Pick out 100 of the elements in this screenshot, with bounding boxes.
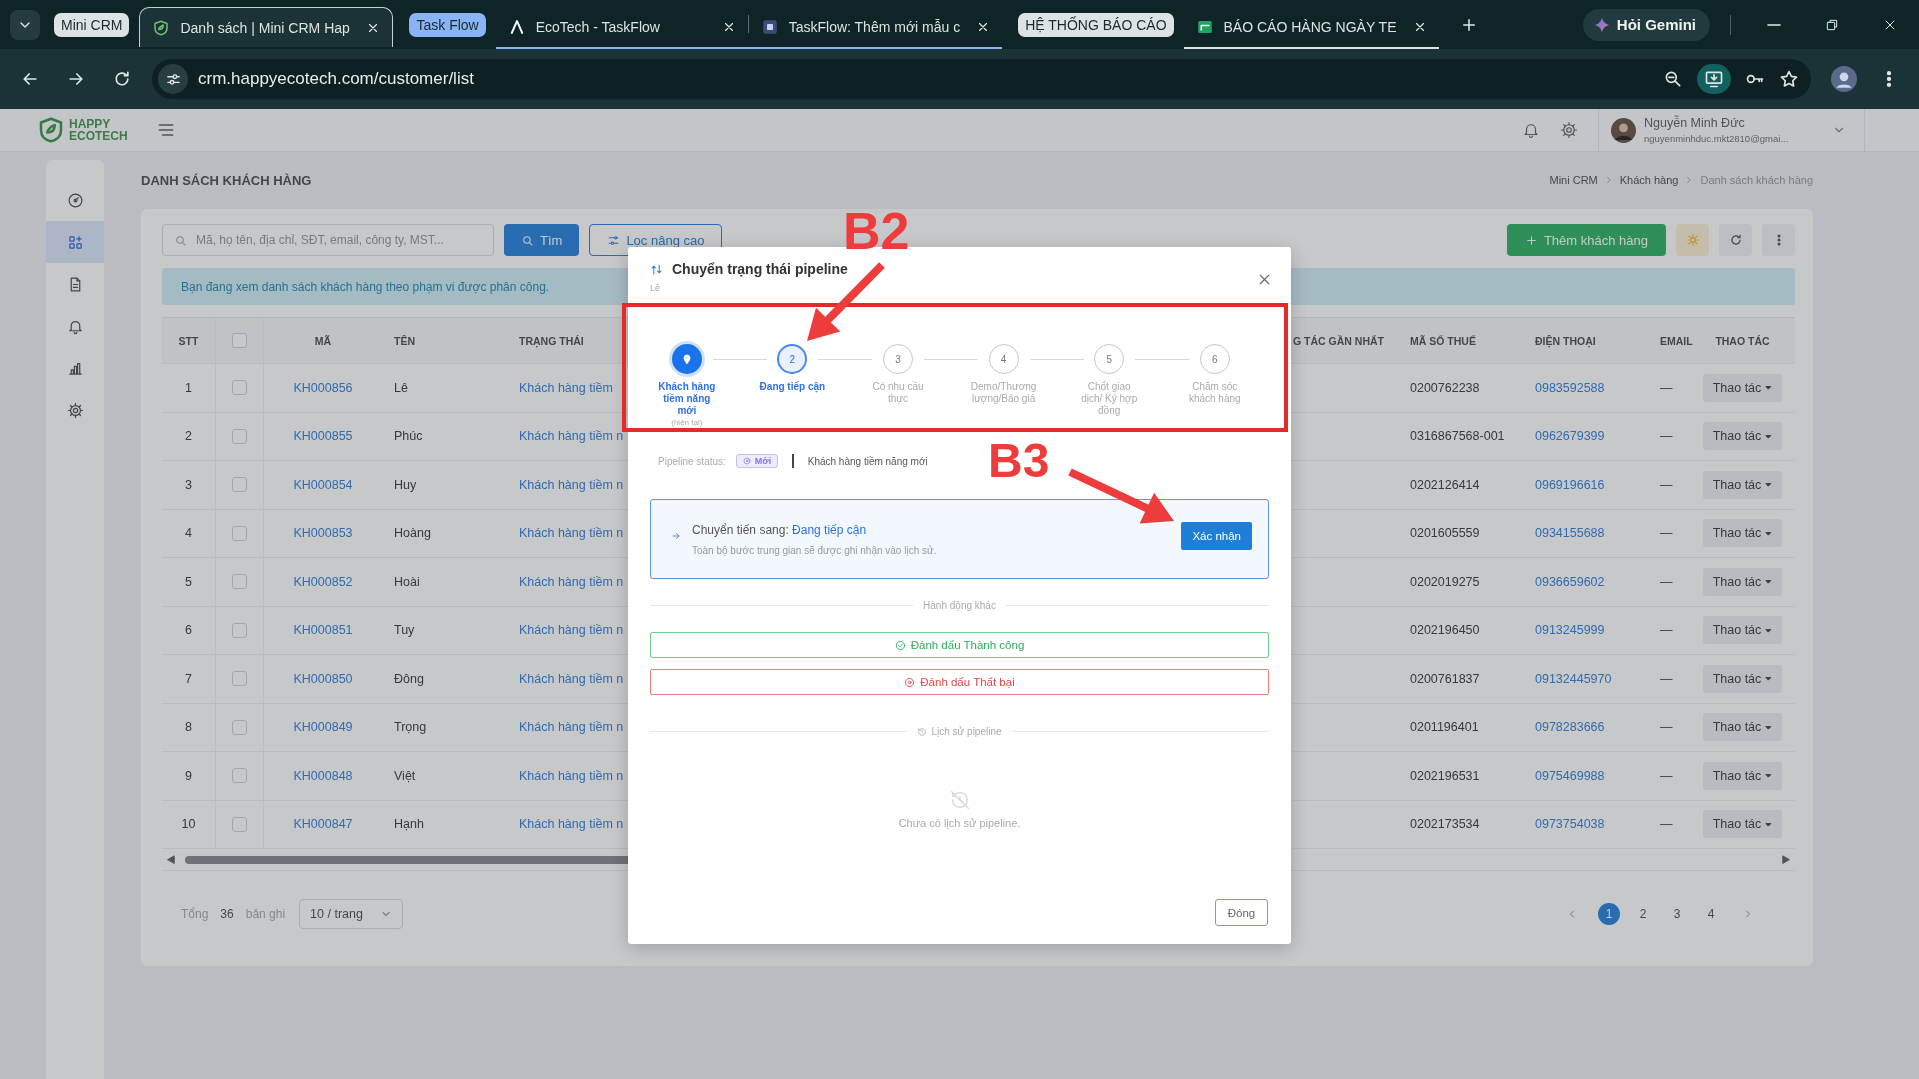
status-text: Khách hàng tiềm n — [519, 526, 624, 541]
browser-tab[interactable]: EcoTech - TaskFlow — [495, 7, 748, 47]
step-circle[interactable]: 6 — [1199, 344, 1230, 374]
mark-success-button[interactable]: Đánh dấu Thành công — [650, 632, 1269, 658]
column-header: MÃ SỐ THUẾ — [1410, 334, 1476, 347]
actions-dropdown-button[interactable]: Thao tác — [1702, 519, 1783, 548]
checkbox[interactable] — [232, 380, 247, 396]
phone-link[interactable]: 0975469988 — [1535, 768, 1605, 783]
actions-dropdown-button[interactable]: Thao tác — [1702, 616, 1783, 645]
actions-dropdown-button[interactable]: Thao tác — [1702, 810, 1783, 839]
customer-code-link[interactable]: KH000854 — [293, 477, 353, 492]
phone-link[interactable]: 0934155688 — [1535, 526, 1605, 541]
checkbox[interactable] — [232, 622, 247, 638]
bookmark-star-icon[interactable] — [1779, 69, 1799, 89]
scroll-right-icon[interactable] — [1780, 854, 1791, 865]
table-cell: 7 — [185, 671, 192, 686]
checkbox[interactable] — [232, 671, 247, 687]
table-cell: 0200761837 — [1410, 671, 1480, 686]
url-text[interactable]: crm.happyecotech.com/customer/list — [198, 69, 474, 89]
zoom-icon[interactable] — [1663, 69, 1683, 89]
actions-dropdown-button[interactable]: Thao tác — [1702, 470, 1783, 499]
actions-dropdown-button[interactable]: Thao tác — [1702, 713, 1783, 742]
settings-icon[interactable] — [1560, 121, 1578, 139]
status-label: Pipeline status: — [658, 455, 726, 467]
actions-dropdown-button[interactable]: Thao tác — [1702, 761, 1783, 790]
phone-link[interactable]: 0978283666 — [1535, 720, 1605, 735]
status-text: Khách hàng tiềm n — [519, 720, 624, 735]
tab-group-label[interactable]: Mini CRM — [54, 12, 130, 37]
breadcrumb-link[interactable]: Khách hàng — [1619, 174, 1679, 186]
notification-bell-icon[interactable] — [1522, 121, 1540, 139]
install-icon[interactable] — [1704, 69, 1724, 89]
customer-code-link[interactable]: KH000855 — [293, 429, 353, 444]
confirm-button[interactable]: Xác nhận — [1181, 522, 1252, 550]
gemini-button[interactable]: Hỏi Gemini — [1582, 8, 1710, 41]
step-label: Khách hàng tiềm năng mới — [657, 381, 717, 417]
customer-code-link[interactable]: KH000850 — [293, 671, 353, 686]
step-circle[interactable] — [671, 344, 702, 374]
step-circle[interactable]: 4 — [988, 344, 1019, 374]
step-circle[interactable]: 3 — [883, 344, 913, 374]
address-bar[interactable]: crm.happyecotech.com/customer/list — [152, 59, 1811, 99]
page-button[interactable]: 2 — [1632, 903, 1654, 925]
table-cell: 0201196401 — [1410, 720, 1479, 735]
checkbox[interactable] — [232, 768, 247, 784]
checkbox[interactable] — [232, 477, 247, 493]
actions-dropdown-button[interactable]: Thao tác — [1702, 567, 1783, 596]
customer-code-link[interactable]: KH000853 — [293, 526, 353, 541]
link[interactable]: Đang tiếp cận — [792, 522, 867, 537]
page-button[interactable]: 3 — [1666, 903, 1688, 925]
phone-link[interactable]: 0973754038 — [1535, 817, 1605, 832]
checkbox[interactable] — [232, 719, 247, 735]
checkbox[interactable] — [232, 816, 247, 832]
checkbox[interactable] — [232, 428, 247, 444]
site-icon — [760, 18, 779, 36]
step-circle[interactable]: 5 — [1094, 344, 1125, 374]
customer-code-link[interactable]: KH000848 — [293, 768, 353, 783]
tab-search-button[interactable] — [10, 9, 40, 40]
sidebar-item[interactable] — [46, 221, 104, 263]
close-dialog-button[interactable]: Đóng — [1215, 899, 1268, 926]
phone-link[interactable]: 0983592588 — [1535, 380, 1605, 395]
actions-dropdown-button[interactable]: Thao tác — [1702, 422, 1783, 451]
customer-code-link[interactable]: KH000851 — [293, 623, 353, 638]
page-button[interactable]: 1 — [1598, 903, 1620, 925]
breadcrumb-current: Danh sách khách hàng — [1700, 174, 1813, 186]
customer-code-link[interactable]: KH000849 — [293, 720, 353, 735]
search-button[interactable]: Tìm — [504, 224, 580, 256]
actions-dropdown-button[interactable]: Thao tác — [1702, 664, 1783, 693]
tab-group-label[interactable]: Task Flow — [409, 12, 486, 37]
profile-avatar[interactable] — [1831, 66, 1857, 92]
tab-group-label[interactable]: HỆ THỐNG BÁO CÁO — [1018, 12, 1174, 37]
customer-code-link[interactable]: KH000856 — [293, 380, 353, 395]
add-customer-button[interactable]: Thêm khách hàng — [1506, 224, 1666, 256]
customer-code-link[interactable]: KH000852 — [293, 574, 353, 589]
browser-tab[interactable]: BÁO CÁO HÀNG NGÀY TE — [1183, 7, 1439, 47]
checkbox[interactable] — [232, 525, 247, 541]
table-cell: Việt — [394, 768, 416, 783]
shield-icon — [152, 18, 171, 37]
phone-link[interactable]: 0913245999 — [1535, 623, 1605, 638]
breadcrumb-link[interactable]: Mini CRM — [1549, 174, 1598, 186]
column-header: TÊN — [394, 334, 415, 347]
annotation-label: B2 — [843, 205, 910, 257]
checkbox[interactable] — [232, 333, 247, 348]
scroll-left-icon[interactable] — [166, 854, 177, 865]
phone-link[interactable]: 0962679399 — [1535, 429, 1605, 444]
phone-link[interactable]: 0936659602 — [1535, 574, 1605, 589]
actions-dropdown-button[interactable]: Thao tác — [1702, 373, 1783, 402]
checkbox[interactable] — [232, 574, 247, 590]
table-cell: 0202019275 — [1410, 574, 1480, 589]
column-header: EMAIL — [1660, 334, 1693, 347]
mark-failure-button[interactable]: Đánh dấu Thất bại — [650, 669, 1269, 695]
page-size-select[interactable]: 10 / trang — [299, 899, 404, 929]
step-circle[interactable]: 2 — [777, 344, 808, 374]
browser-tab[interactable]: TaskFlow: Thêm mới mẫu c — [748, 7, 1003, 47]
browser-tab[interactable]: Danh sách | Mini CRM Hap — [139, 7, 394, 47]
phone-link[interactable]: 0969196616 — [1535, 477, 1605, 492]
phone-link[interactable]: 09132445970 — [1535, 671, 1612, 686]
total-label: Tổng — [181, 907, 209, 921]
refresh-button[interactable] — [1719, 224, 1752, 256]
search-field[interactable]: Mã, họ tên, địa chỉ, SĐT, email, công ty, MST... — [162, 224, 494, 256]
customer-code-link[interactable]: KH000847 — [293, 817, 353, 832]
page-button[interactable]: 4 — [1700, 903, 1722, 925]
